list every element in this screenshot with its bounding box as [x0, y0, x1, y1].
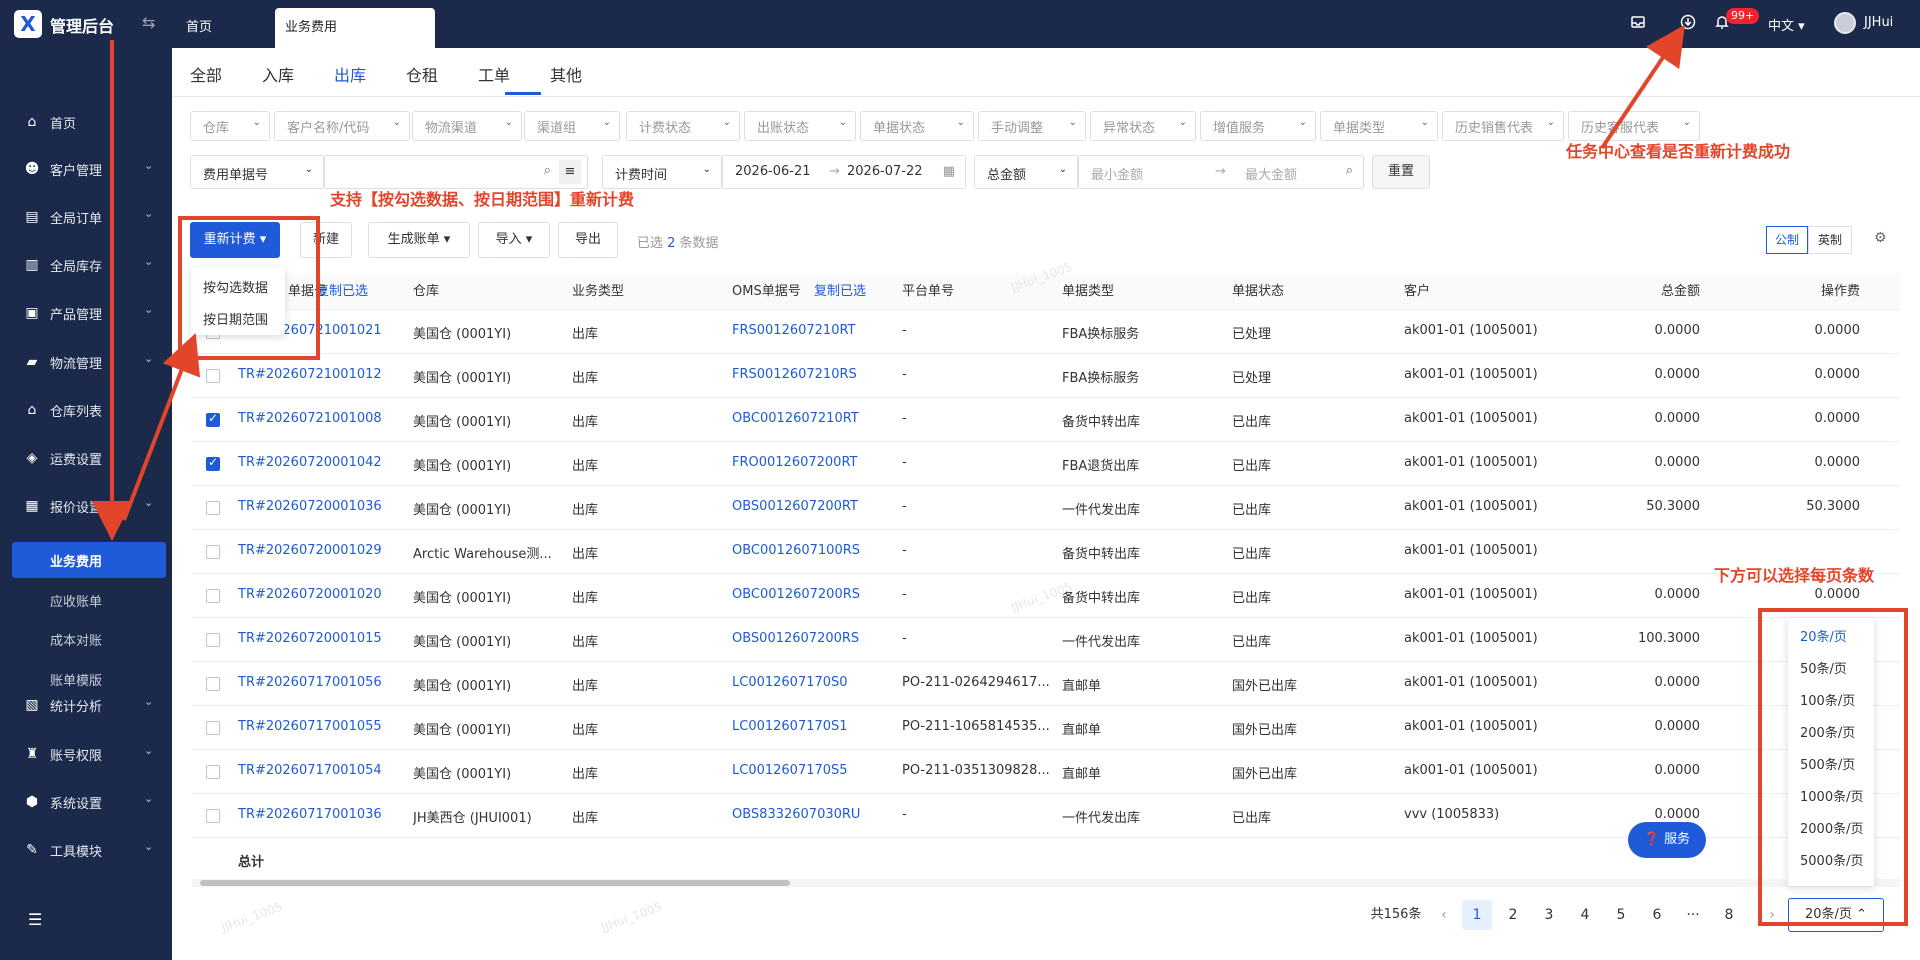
annotation-arrows — [92, 24, 1685, 541]
